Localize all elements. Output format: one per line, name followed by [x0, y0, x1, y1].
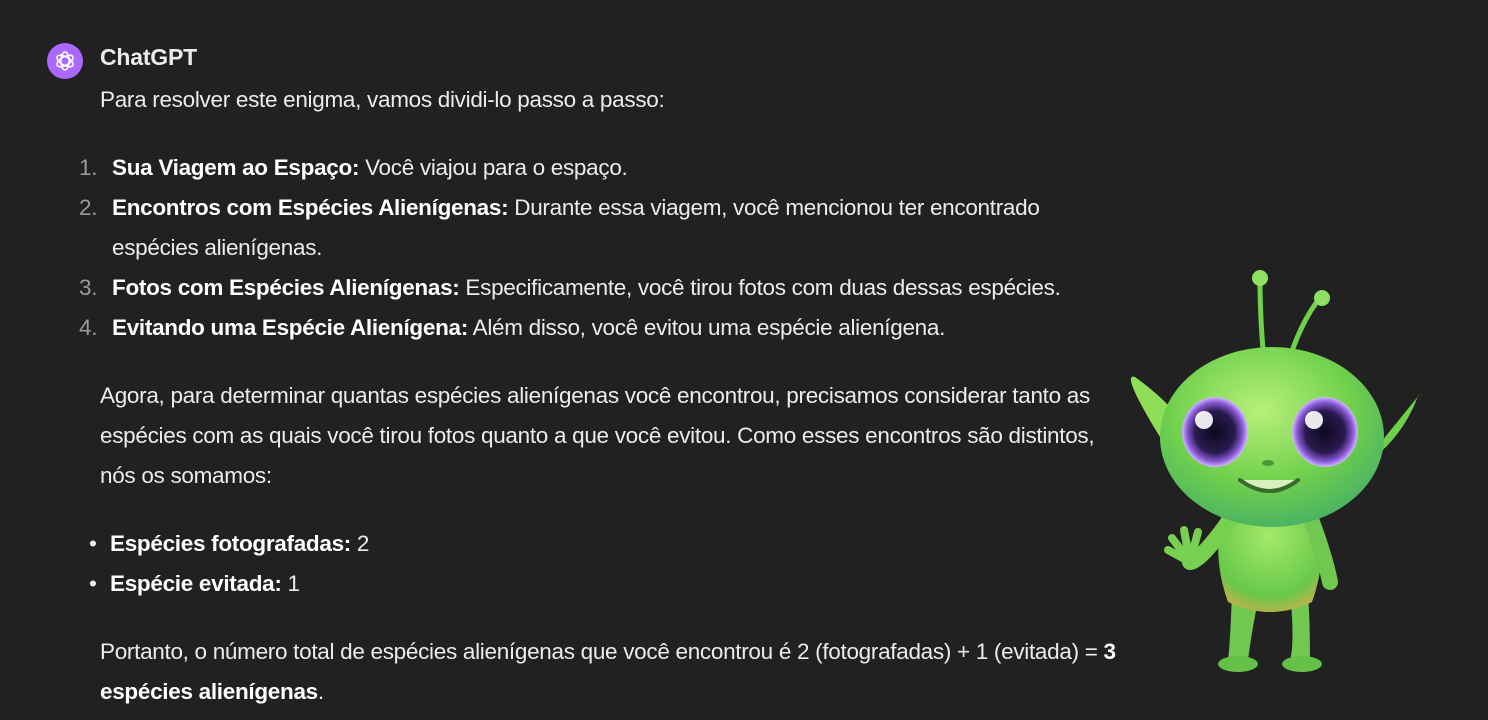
list-item: • Espécies fotografadas: 2	[89, 524, 1130, 564]
list-item-title: Espécies fotografadas:	[110, 531, 351, 556]
list-item-title: Fotos com Espécies Alienígenas:	[112, 275, 460, 300]
list-item: • Espécie evitada: 1	[89, 564, 1130, 604]
openai-logo-icon	[56, 51, 74, 71]
list-item-text: Especificamente, você tirou fotos com du…	[459, 275, 1061, 300]
message-intro: Para resolver este enigma, vamos dividi-…	[100, 87, 665, 112]
list-number: 1.	[79, 155, 98, 180]
list-item-text: Você viajou para o espaço.	[359, 155, 628, 180]
green-alien-waving-icon	[1130, 270, 1421, 672]
list-item-text: 2	[350, 531, 370, 556]
message-author: ChatGPT	[100, 44, 197, 70]
list-number: 4.	[79, 315, 98, 340]
conclusion-period: .	[317, 679, 324, 704]
bullet-icon: •	[89, 531, 97, 556]
list-item-text: 1	[281, 571, 300, 596]
chatgpt-avatar	[47, 43, 83, 79]
list-item-title: Sua Viagem ao Espaço:	[112, 155, 360, 180]
list-item-text: Além disso, você evitou uma espécie alie…	[467, 315, 946, 340]
assistant-message: Para resolver este enigma, vamos dividi-…	[79, 80, 1130, 712]
list-item: 2. Encontros com Espécies Alienígenas: D…	[79, 188, 1130, 268]
list-item-title: Espécie evitada:	[110, 571, 282, 596]
list-item: 4. Evitando uma Espécie Alienígena: Além…	[79, 308, 1130, 348]
list-item: 1. Sua Viagem ao Espaço: Você viajou par…	[79, 148, 1130, 188]
explanation-paragraph: Agora, para determinar quantas espécies …	[100, 383, 1095, 488]
count-bullets: • Espécies fotografadas: 2 • Espécie evi…	[89, 524, 1130, 604]
list-number: 2.	[79, 195, 98, 220]
steps-list: 1. Sua Viagem ao Espaço: Você viajou par…	[79, 148, 1130, 348]
list-item-title: Evitando uma Espécie Alienígena:	[112, 315, 468, 340]
conclusion-text: Portanto, o número total de espécies ali…	[100, 639, 1104, 664]
list-number: 3.	[79, 275, 98, 300]
list-item-title: Encontros com Espécies Alienígenas:	[112, 195, 509, 220]
list-item: 3. Fotos com Espécies Alienígenas: Espec…	[79, 268, 1130, 308]
conclusion-paragraph: Portanto, o número total de espécies ali…	[100, 632, 1130, 712]
bullet-icon: •	[89, 571, 97, 596]
